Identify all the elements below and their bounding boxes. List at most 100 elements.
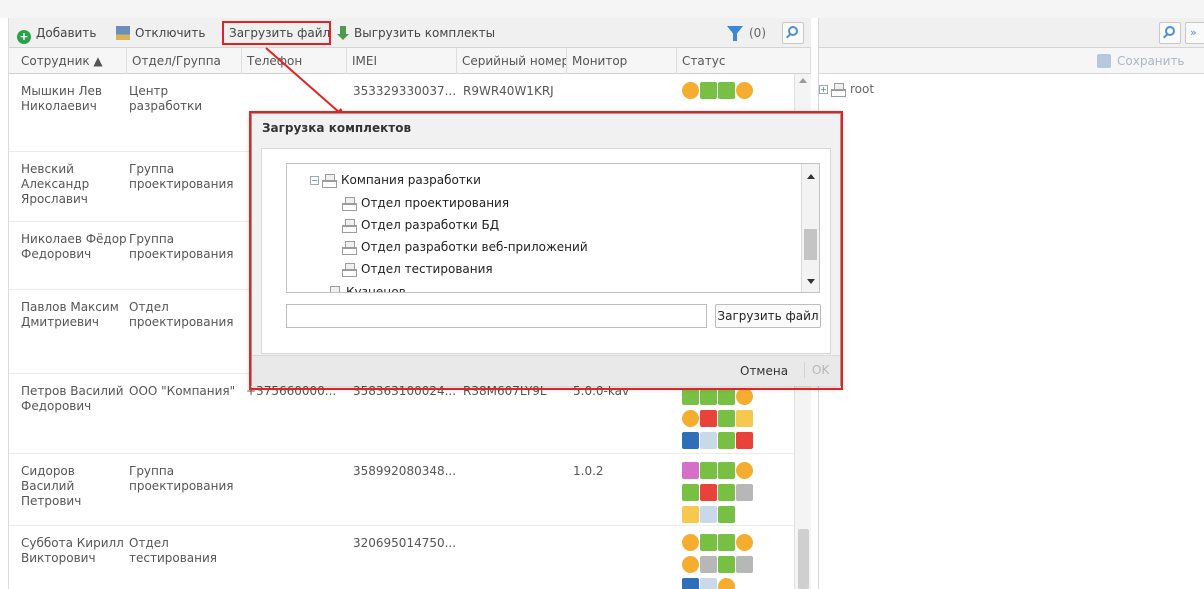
dialog-upload-file-button[interactable]: Загрузить файл xyxy=(715,304,821,328)
save-label: Сохранить xyxy=(1117,54,1185,68)
tree-node[interactable]: Отдел тестирования xyxy=(342,259,493,279)
phone-cell: +375660000... xyxy=(246,384,337,398)
employee-cell: Николаев Фёдор Федорович xyxy=(21,232,127,261)
filter-count: (0) xyxy=(749,26,766,40)
upload-highlight xyxy=(222,21,331,45)
tree-node[interactable]: Отдел разработки БД xyxy=(342,215,499,235)
tree-node-label: Компания разработки xyxy=(341,173,481,187)
file-path-input[interactable] xyxy=(286,304,707,328)
download-arrow-icon xyxy=(337,26,349,40)
box-icon xyxy=(736,556,753,573)
tree-node-label: Отдел разработки БД xyxy=(361,218,500,232)
device-icon xyxy=(682,578,699,589)
org-icon xyxy=(342,263,357,277)
column-department[interactable]: Отдел/Группа xyxy=(127,48,242,74)
signal-icon xyxy=(700,462,717,479)
structure-search-button[interactable] xyxy=(1159,22,1181,44)
column-monitor[interactable]: Монитор xyxy=(567,48,677,74)
column-phone[interactable]: Телефон xyxy=(242,48,347,74)
org-icon xyxy=(831,83,846,97)
search-button[interactable] xyxy=(782,22,804,44)
unknown-status-icon xyxy=(682,410,699,427)
add-button[interactable]: + Добавить xyxy=(17,23,97,44)
table-header: Сотрудник ▲ Отдел/Группа Телефон IMEI Се… xyxy=(9,48,811,74)
disk-icon xyxy=(1097,54,1111,68)
column-status[interactable]: Статус xyxy=(677,48,811,74)
dialog-body: − Компания разработки Отдел проектировани… xyxy=(261,148,831,354)
tree-node[interactable]: Кузнецов xyxy=(327,282,406,292)
tree-scroll-thumb[interactable] xyxy=(804,229,817,260)
department-cell: Центр разработки xyxy=(129,84,203,113)
signal-icon xyxy=(700,82,717,99)
unknown-status-icon xyxy=(736,534,753,551)
search-icon xyxy=(788,26,798,36)
scroll-down-arrow-icon[interactable] xyxy=(807,279,815,284)
column-serial[interactable]: Серийный номер. xyxy=(457,48,567,74)
imei-cell: 358363100024... xyxy=(353,384,457,398)
add-label: Добавить xyxy=(36,26,97,40)
key-icon xyxy=(700,578,717,589)
employee-cell: Сидоров Василий Петрович xyxy=(21,464,82,508)
imei-cell: 353329330037... xyxy=(353,84,457,98)
tree-node[interactable]: Отдел проектирования xyxy=(342,193,509,213)
top-strip xyxy=(0,0,1204,18)
status-icons xyxy=(682,388,762,454)
org-icon xyxy=(342,241,357,255)
serial-cell: R9WR40W1KRJ xyxy=(463,84,554,98)
export-kits-button[interactable]: Выгрузить комплекты xyxy=(337,23,496,43)
department-cell: Группа проектирования xyxy=(129,232,234,261)
column-imei[interactable]: IMEI xyxy=(347,48,457,74)
android-icon xyxy=(682,388,699,405)
cancel-button[interactable]: Отмена xyxy=(740,363,788,379)
lock-icon xyxy=(718,82,735,99)
tree-node-label: Отдел разработки веб-приложений xyxy=(361,240,588,254)
save-button[interactable]: Сохранить xyxy=(1097,52,1185,70)
tree-node[interactable]: Отдел разработки веб-приложений xyxy=(342,237,588,257)
sim-icon xyxy=(700,410,717,427)
structure-toolbar: » xyxy=(819,18,1204,48)
status-icons xyxy=(682,82,762,104)
lock-icon xyxy=(718,534,735,551)
department-cell: Группа проектирования xyxy=(129,162,234,191)
battery-icon xyxy=(718,432,735,449)
unknown-status-icon xyxy=(736,82,753,99)
structure-tree: + root xyxy=(819,82,874,97)
scroll-up-arrow-icon[interactable] xyxy=(799,78,807,83)
filter-icon[interactable] xyxy=(727,26,743,41)
table-row[interactable]: Сидоров Василий Петрович Группа проектир… xyxy=(9,454,794,526)
plus-icon: + xyxy=(17,30,31,44)
column-employee[interactable]: Сотрудник ▲ xyxy=(9,48,127,74)
person-icon xyxy=(327,286,341,292)
department-tree[interactable]: − Компания разработки Отдел проектировани… xyxy=(286,163,820,293)
tree-scrollbar[interactable] xyxy=(801,164,819,292)
tree-node-label: Отдел проектирования xyxy=(361,196,510,210)
table-row[interactable]: Петров Василий Федорович ООО "Компания" … xyxy=(9,374,794,454)
expand-icon[interactable]: + xyxy=(819,85,828,94)
signal-icon xyxy=(700,534,717,551)
lock-icon xyxy=(718,388,735,405)
imei-cell: 320695014750... xyxy=(353,536,457,550)
employee-cell: Суббота Кирилл Викторович xyxy=(21,536,124,565)
collapse-panel-button[interactable]: » xyxy=(1185,22,1204,44)
unknown-status-icon xyxy=(682,82,699,99)
export-label: Выгрузить комплекты xyxy=(354,26,496,40)
disable-button[interactable]: Отключить xyxy=(116,23,205,43)
table-row[interactable]: Суббота Кирилл Викторович Отдел тестиров… xyxy=(9,526,794,589)
monitor-cell: 5.0.0-kav xyxy=(573,384,630,398)
blocked-icon xyxy=(700,556,717,573)
unknown-status-icon xyxy=(736,388,753,405)
status-icons xyxy=(682,462,762,528)
upload-kits-dialog: Загрузка комплектов − Компания разработки… xyxy=(251,113,841,386)
ok-button[interactable]: OK xyxy=(804,362,829,378)
shield-icon xyxy=(736,432,753,449)
lock-icon xyxy=(718,462,735,479)
toolbar: + Добавить Отключить Загрузить файл Выгру… xyxy=(9,18,811,48)
org-icon xyxy=(322,174,337,188)
tree-root-label[interactable]: root xyxy=(850,82,874,96)
scroll-up-arrow-icon[interactable] xyxy=(807,174,815,179)
department-cell: Группа проектирования xyxy=(129,464,234,493)
tree-node[interactable]: − Компания разработки xyxy=(310,170,481,190)
tree-node-label: Отдел тестирования xyxy=(361,262,493,276)
collapse-icon[interactable]: − xyxy=(310,176,319,185)
scroll-thumb[interactable] xyxy=(798,529,809,589)
